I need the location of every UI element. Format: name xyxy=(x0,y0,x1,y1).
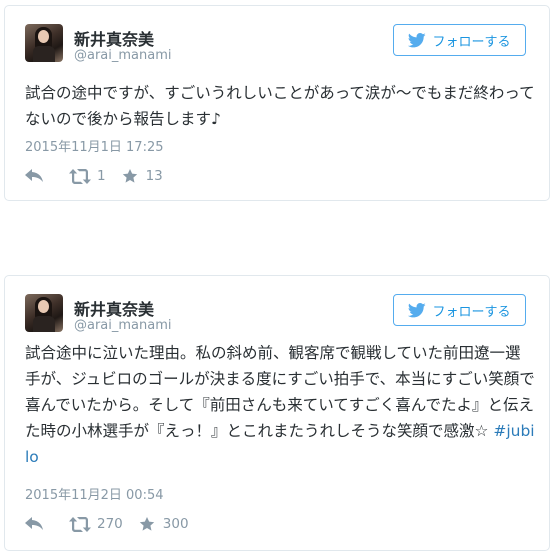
twitter-bird-icon xyxy=(408,32,427,47)
retweet-count: 1 xyxy=(97,168,106,184)
retweet-button[interactable]: 1 xyxy=(69,168,106,184)
tweet-card: 新井真奈美 @arai_manami フォローする 試合の途中ですが、すごいうれ… xyxy=(4,5,550,201)
tweet-body: 試合途中に泣いた理由。私の斜め前、観客席で観戦していた前田遼一選手が、ジュビロの… xyxy=(25,344,535,440)
follow-label: フォローする xyxy=(432,34,511,50)
reply-icon xyxy=(25,517,43,530)
reply-button[interactable] xyxy=(25,517,47,531)
tweet-body: 試合の途中ですが、すごいうれしいことがあって涙が〜でもまだ終わってないので後から… xyxy=(25,84,535,128)
tweet-actions: 1 13 xyxy=(25,166,163,186)
author-name[interactable]: 新井真奈美 xyxy=(74,296,154,320)
favorite-button[interactable]: 300 xyxy=(139,516,189,532)
retweet-icon xyxy=(69,516,91,532)
author-handle[interactable]: @arai_manami xyxy=(74,318,172,333)
follow-label: フォローする xyxy=(432,304,511,320)
author-name[interactable]: 新井真奈美 xyxy=(74,26,154,50)
retweet-icon xyxy=(69,168,91,184)
star-icon xyxy=(139,517,154,531)
author-handle[interactable]: @arai_manami xyxy=(74,48,172,63)
tweet-timestamp[interactable]: 2015年11月2日 00:54 xyxy=(25,484,164,503)
reply-icon xyxy=(25,169,43,182)
tweet-actions: 270 300 xyxy=(25,514,189,534)
favorite-count: 300 xyxy=(162,516,189,532)
tweet-text: 試合の途中ですが、すごいうれしいことがあって涙が〜でもまだ終わってないので後から… xyxy=(25,80,535,132)
tweet-timestamp[interactable]: 2015年11月1日 17:25 xyxy=(25,136,164,155)
tweet-text: 試合途中に泣いた理由。私の斜め前、観客席で観戦していた前田遼一選手が、ジュビロの… xyxy=(25,340,535,470)
avatar[interactable] xyxy=(25,24,63,62)
favorite-count: 13 xyxy=(145,168,163,184)
avatar[interactable] xyxy=(25,294,63,332)
favorite-button[interactable]: 13 xyxy=(122,168,163,184)
twitter-bird-icon xyxy=(408,302,427,317)
follow-button[interactable]: フォローする xyxy=(393,294,526,326)
reply-button[interactable] xyxy=(25,169,47,183)
retweet-button[interactable]: 270 xyxy=(69,516,123,532)
star-icon xyxy=(122,169,137,183)
follow-button[interactable]: フォローする xyxy=(393,24,526,56)
retweet-count: 270 xyxy=(97,516,123,532)
tweet-card: 新井真奈美 @arai_manami フォローする 試合途中に泣いた理由。私の斜… xyxy=(4,275,550,551)
